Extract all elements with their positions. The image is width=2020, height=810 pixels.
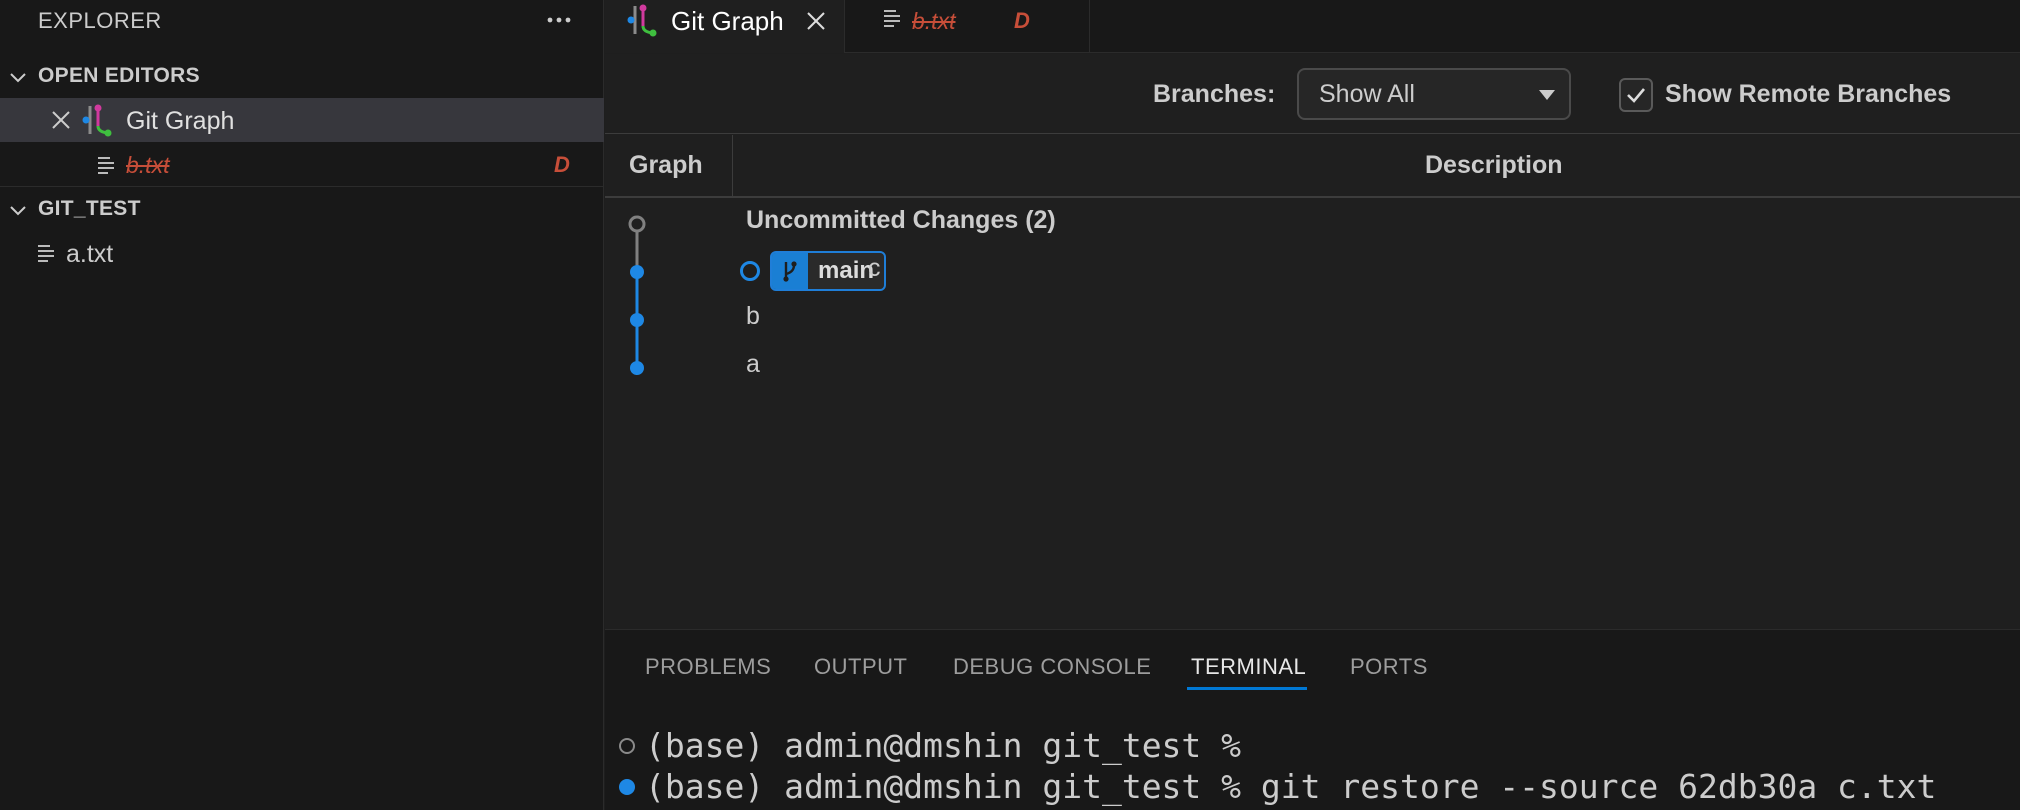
terminal-line: (base) admin@dmshin git_test %: [645, 726, 1242, 765]
chevron-down-icon: [10, 73, 26, 83]
commit-message: Uncommitted Changes (2): [746, 206, 1056, 234]
branches-dropdown[interactable]: Show All: [1297, 68, 1571, 120]
bottom-panel: PROBLEMS OUTPUT DEBUG CONSOLE TERMINAL P…: [605, 629, 2020, 810]
explorer-sidebar: EXPLORER OPEN EDITORS Git Graph b.txt D: [0, 0, 604, 810]
panel-tab-terminal[interactable]: TERMINAL: [1191, 654, 1306, 680]
section-divider: [0, 186, 604, 187]
head-indicator: [740, 261, 760, 281]
active-tab-indicator: [1187, 687, 1307, 690]
branches-dropdown-value: Show All: [1319, 80, 1415, 108]
command-status-icon: [619, 779, 635, 795]
git-graph-controls: Branches: Show All Show Remote Branches: [605, 54, 2020, 134]
workspace-section[interactable]: GIT_TEST: [0, 188, 604, 230]
open-editors-header: OPEN EDITORS: [38, 64, 200, 87]
commit-message: b: [746, 302, 760, 330]
editor-tab-bar: Git Graph b.txt D: [605, 0, 2020, 53]
chevron-down-icon: [10, 206, 26, 216]
commit-message: a: [746, 350, 760, 378]
open-editor-git-graph[interactable]: Git Graph: [0, 98, 604, 142]
explorer-header: EXPLORER: [0, 0, 604, 40]
close-icon[interactable]: [805, 10, 827, 32]
caret-down-icon: [1539, 90, 1555, 100]
open-editors-section[interactable]: OPEN EDITORS: [0, 55, 604, 97]
uncommitted-node[interactable]: [628, 215, 646, 233]
branches-label: Branches:: [1153, 80, 1276, 108]
commit-row-b[interactable]: b: [740, 296, 1340, 340]
more-actions-icon[interactable]: [544, 2, 574, 36]
show-remote-branches-checkbox[interactable]: [1619, 78, 1653, 112]
commit-graph: [628, 215, 646, 375]
git-graph-icon: [627, 4, 657, 37]
file-a-txt[interactable]: a.txt: [0, 231, 604, 275]
close-icon[interactable]: [50, 109, 72, 131]
tab-b-txt[interactable]: b.txt D: [846, 0, 1090, 53]
explorer-title: EXPLORER: [38, 8, 162, 33]
tab-label: Git Graph: [671, 6, 784, 36]
graph-column-label: Graph: [629, 151, 703, 179]
file-lines-icon: [38, 245, 54, 262]
branch-icon: [772, 253, 808, 289]
commit-table-header: Graph Description: [605, 135, 2020, 198]
git-graph-view: Branches: Show All Show Remote Branches …: [605, 54, 2020, 629]
git-graph-icon: [82, 104, 112, 137]
panel-tab-problems[interactable]: PROBLEMS: [645, 654, 771, 680]
open-editor-label: b.txt: [126, 152, 170, 178]
commit-node[interactable]: [630, 313, 644, 327]
workspace-header: GIT_TEST: [38, 197, 141, 220]
panel-tab-debug-console[interactable]: DEBUG CONSOLE: [953, 654, 1151, 680]
command-status-icon: [619, 738, 635, 754]
graph-column-header: Graph: [605, 135, 733, 198]
commit-row-uncommitted[interactable]: Uncommitted Changes (2): [740, 200, 1340, 244]
panel-tab-ports[interactable]: PORTS: [1350, 654, 1428, 680]
file-lines-icon: [98, 157, 114, 174]
commit-node[interactable]: [630, 361, 644, 375]
open-editor-label: Git Graph: [126, 107, 235, 135]
commit-message: c: [868, 254, 881, 282]
commit-node[interactable]: [630, 265, 644, 279]
deleted-badge: D: [1014, 8, 1030, 33]
commit-row-a[interactable]: a: [740, 344, 1340, 388]
commit-row-c[interactable]: main c: [740, 248, 1340, 292]
terminal-line: (base) admin@dmshin git_test % git resto…: [645, 767, 1937, 806]
show-remote-branches-label[interactable]: Show Remote Branches: [1665, 80, 1951, 109]
tab-git-graph[interactable]: Git Graph: [605, 0, 845, 53]
panel-tab-output[interactable]: OUTPUT: [814, 654, 907, 680]
file-lines-icon: [884, 10, 900, 27]
checkmark-icon: [1627, 88, 1645, 103]
deleted-badge: D: [554, 152, 570, 177]
tab-label: b.txt: [912, 8, 956, 34]
file-label: a.txt: [66, 240, 114, 268]
description-column-label: Description: [1425, 151, 1563, 179]
open-editor-b-txt[interactable]: b.txt D: [0, 143, 604, 187]
